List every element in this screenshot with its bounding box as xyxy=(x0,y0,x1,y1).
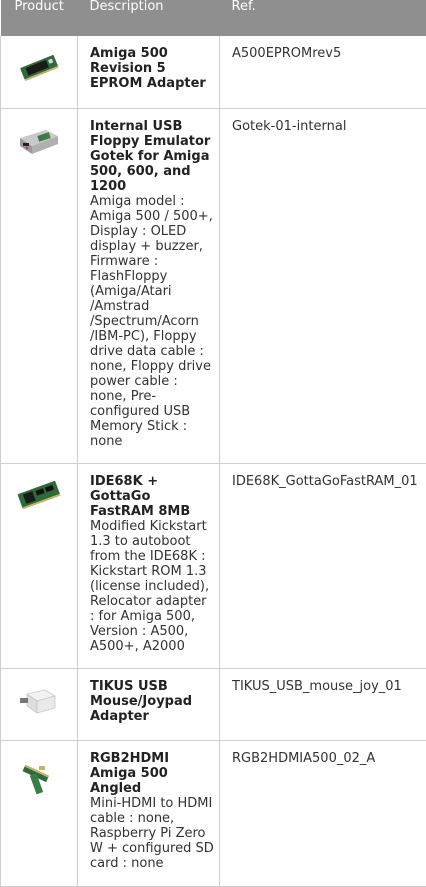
table-row[interactable]: Internal USB Floppy Emulator Gotek for A… xyxy=(0,107,426,464)
product-image-cell[interactable] xyxy=(0,36,78,109)
table-row[interactable]: Amiga 500 Revision 5 EPROM Adapter A500E… xyxy=(0,36,426,109)
product-ref: TIKUS_USB_mouse_joy_01 xyxy=(232,678,402,694)
product-image-cell[interactable] xyxy=(0,107,78,464)
product-ref: Gotek-01-internal xyxy=(232,118,347,134)
ref-cell: TIKUS_USB_mouse_joy_01 xyxy=(219,667,426,741)
table-row[interactable]: RGB2HDMI Amiga 500 Angled Mini-HDMI to H… xyxy=(0,739,426,887)
column-header-description: Description xyxy=(77,0,220,36)
ref-cell: IDE68K_GottaGoFastRAM_01 xyxy=(219,462,426,669)
gotek-floppy-emulator-image[interactable] xyxy=(16,124,62,160)
product-table: Product Description Ref. Amiga 500 Revis… xyxy=(0,0,426,887)
product-ref: IDE68K_GottaGoFastRAM_01 xyxy=(232,473,418,489)
description-cell: IDE68K + GottaGo FastRAM 8MB Modified Ki… xyxy=(77,462,220,669)
product-image-cell[interactable] xyxy=(0,462,78,669)
ref-cell: A500EPROMrev5 xyxy=(219,36,426,109)
product-name[interactable]: TIKUS USB Mouse/Joypad Adapter xyxy=(90,679,215,724)
description-cell: TIKUS USB Mouse/Joypad Adapter xyxy=(77,667,220,741)
rgb2hdmi-board-image[interactable] xyxy=(19,756,59,796)
table-row[interactable]: IDE68K + GottaGo FastRAM 8MB Modified Ki… xyxy=(0,462,426,669)
description-cell: Internal USB Floppy Emulator Gotek for A… xyxy=(77,107,220,464)
product-ref: A500EPROMrev5 xyxy=(232,46,342,61)
product-image-cell[interactable] xyxy=(0,739,78,887)
ref-cell: RGB2HDMIA500_02_A xyxy=(219,739,426,887)
product-name[interactable]: Amiga 500 Revision 5 EPROM Adapter xyxy=(90,46,215,91)
product-options: Amiga model : Amiga 500 / 500+, Display … xyxy=(90,193,213,449)
product-options: Mini-HDMI to HDMI cable : none, Raspberr… xyxy=(90,795,214,871)
product-name[interactable]: Internal USB Floppy Emulator Gotek for A… xyxy=(90,119,215,194)
table-row[interactable]: TIKUS USB Mouse/Joypad Adapter TIKUS_USB… xyxy=(0,667,426,741)
tikus-adapter-image[interactable] xyxy=(19,684,59,716)
product-image-cell[interactable] xyxy=(0,667,78,741)
column-header-ref: Ref. xyxy=(219,0,426,36)
description-cell: Amiga 500 Revision 5 EPROM Adapter xyxy=(77,36,220,109)
ide68k-board-image[interactable] xyxy=(16,479,62,511)
eprom-adapter-image[interactable] xyxy=(17,51,61,83)
product-name[interactable]: IDE68K + GottaGo FastRAM 8MB xyxy=(90,474,215,519)
product-name[interactable]: RGB2HDMI Amiga 500 Angled xyxy=(90,751,215,796)
table-header: Product Description Ref. xyxy=(0,0,426,36)
product-options: Modified Kickstart 1.3 to autoboot from … xyxy=(90,518,210,654)
product-ref: RGB2HDMIA500_02_A xyxy=(232,750,376,766)
column-header-product: Product xyxy=(0,0,78,36)
description-cell: RGB2HDMI Amiga 500 Angled Mini-HDMI to H… xyxy=(77,739,220,887)
ref-cell: Gotek-01-internal xyxy=(219,107,426,464)
